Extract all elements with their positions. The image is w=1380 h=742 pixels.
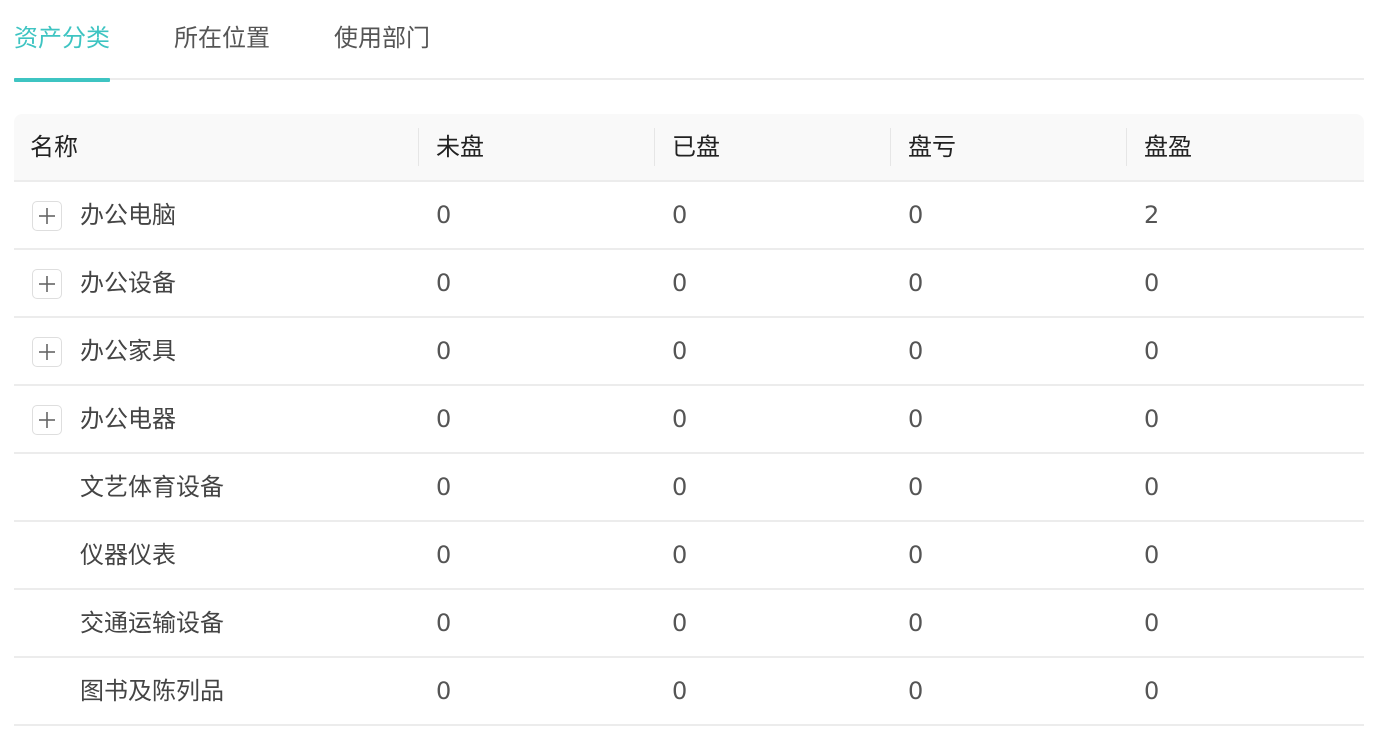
tab-label: 所在位置 — [174, 24, 270, 52]
column-divider — [654, 128, 655, 166]
column-header-surplus: 盘盈 — [1144, 133, 1192, 161]
loss-value: 0 — [908, 405, 924, 433]
surplus-value: 2 — [1144, 201, 1160, 229]
column-divider — [890, 128, 891, 166]
uncounted-value: 0 — [436, 473, 452, 501]
category-name: 交通运输设备 — [80, 609, 224, 637]
table-row: 办公家具 0 0 0 0 — [14, 318, 1364, 386]
uncounted-value: 0 — [436, 201, 452, 229]
plus-icon — [39, 276, 55, 292]
uncounted-value: 0 — [436, 541, 452, 569]
table-row: 办公电器 0 0 0 0 — [14, 386, 1364, 454]
table-row: 交通运输设备 0 0 0 0 — [14, 590, 1364, 658]
table-header: 名称 未盘 已盘 盘亏 盘盈 — [14, 114, 1364, 182]
active-tab-indicator — [14, 78, 110, 82]
plus-icon — [39, 412, 55, 428]
uncounted-value: 0 — [436, 269, 452, 297]
loss-value: 0 — [908, 473, 924, 501]
category-name: 图书及陈列品 — [80, 677, 224, 705]
column-header-name: 名称 — [30, 133, 78, 161]
column-header-loss: 盘亏 — [908, 133, 956, 161]
loss-value: 0 — [908, 609, 924, 637]
category-name: 办公家具 — [80, 337, 176, 365]
category-name: 办公设备 — [80, 269, 176, 297]
expand-row-button[interactable] — [32, 269, 62, 299]
category-name: 办公电脑 — [80, 201, 176, 229]
counted-value: 0 — [672, 609, 688, 637]
tab-location[interactable]: 所在位置 — [174, 0, 270, 80]
inventory-table: 名称 未盘 已盘 盘亏 盘盈 办公电脑 0 0 0 2 办公设备 0 0 0 0 办公家具 0 0 0 0 办… — [14, 114, 1364, 726]
loss-value: 0 — [908, 677, 924, 705]
plus-icon — [39, 344, 55, 360]
table-row: 仪器仪表 0 0 0 0 — [14, 522, 1364, 590]
column-header-counted: 已盘 — [672, 133, 720, 161]
table-row: 文艺体育设备 0 0 0 0 — [14, 454, 1364, 522]
surplus-value: 0 — [1144, 473, 1160, 501]
uncounted-value: 0 — [436, 609, 452, 637]
surplus-value: 0 — [1144, 405, 1160, 433]
expand-row-button[interactable] — [32, 337, 62, 367]
loss-value: 0 — [908, 201, 924, 229]
expand-row-button[interactable] — [32, 405, 62, 435]
tab-label: 使用部门 — [334, 24, 430, 52]
category-name: 文艺体育设备 — [80, 473, 224, 501]
surplus-value: 0 — [1144, 337, 1160, 365]
table-row: 办公设备 0 0 0 0 — [14, 250, 1364, 318]
table-row: 图书及陈列品 0 0 0 0 — [14, 658, 1364, 726]
uncounted-value: 0 — [436, 405, 452, 433]
surplus-value: 0 — [1144, 677, 1160, 705]
table-body: 办公电脑 0 0 0 2 办公设备 0 0 0 0 办公家具 0 0 0 0 办公电器 0 0 0 0 文艺体育设备 0 0… — [14, 182, 1364, 726]
table-row: 办公电脑 0 0 0 2 — [14, 182, 1364, 250]
tab-department[interactable]: 使用部门 — [334, 0, 430, 80]
plus-icon — [39, 208, 55, 224]
loss-value: 0 — [908, 541, 924, 569]
uncounted-value: 0 — [436, 337, 452, 365]
counted-value: 0 — [672, 473, 688, 501]
counted-value: 0 — [672, 337, 688, 365]
surplus-value: 0 — [1144, 541, 1160, 569]
counted-value: 0 — [672, 677, 688, 705]
counted-value: 0 — [672, 541, 688, 569]
counted-value: 0 — [672, 405, 688, 433]
column-header-uncounted: 未盘 — [436, 133, 484, 161]
counted-value: 0 — [672, 201, 688, 229]
category-name: 仪器仪表 — [80, 541, 176, 569]
loss-value: 0 — [908, 269, 924, 297]
loss-value: 0 — [908, 337, 924, 365]
surplus-value: 0 — [1144, 269, 1160, 297]
counted-value: 0 — [672, 269, 688, 297]
tab-bar: 资产分类 所在位置 使用部门 — [14, 0, 1364, 82]
column-divider — [418, 128, 419, 166]
uncounted-value: 0 — [436, 677, 452, 705]
expand-row-button[interactable] — [32, 201, 62, 231]
category-name: 办公电器 — [80, 405, 176, 433]
column-divider — [1126, 128, 1127, 166]
surplus-value: 0 — [1144, 609, 1160, 637]
tab-label: 资产分类 — [14, 24, 110, 52]
tab-asset-category[interactable]: 资产分类 — [14, 0, 110, 82]
